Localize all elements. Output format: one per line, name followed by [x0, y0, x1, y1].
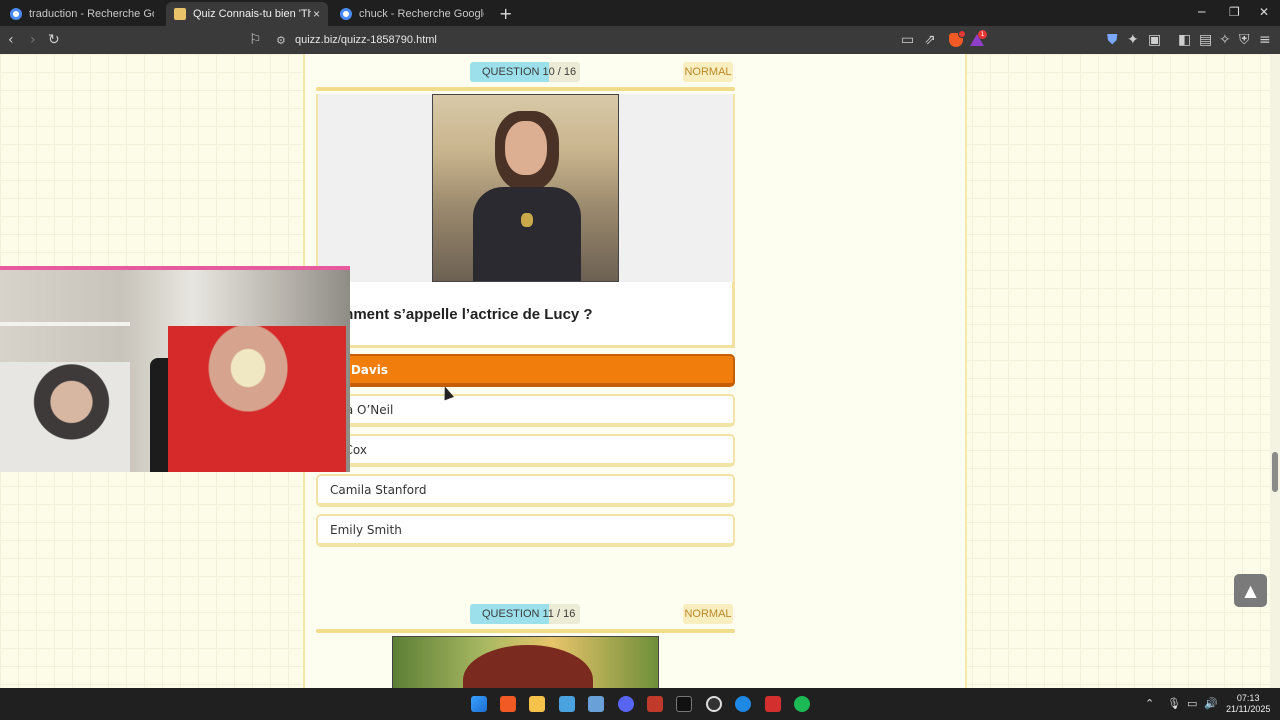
close-tab-icon[interactable]: × — [313, 7, 320, 21]
obs-icon[interactable] — [706, 696, 722, 712]
google-icon — [10, 8, 22, 20]
tab-manager-icon[interactable]: ▣ — [1148, 32, 1161, 48]
site-settings-icon[interactable]: ⚙ — [276, 34, 286, 47]
cast-icon[interactable]: ▭ — [901, 32, 914, 48]
tab-title: Quiz Connais-tu bien 'The Rooki — [193, 8, 311, 20]
tab-quiz[interactable]: Quiz Connais-tu bien 'The Rooki × — [166, 2, 328, 26]
sidebar-icon[interactable]: ◧ — [1178, 32, 1191, 48]
spotify-icon[interactable] — [794, 696, 810, 712]
question-11-photo — [392, 636, 659, 688]
tab-chuck[interactable]: chuck - Recherche Google — [332, 2, 492, 26]
restore-icon[interactable]: ❐ — [1229, 5, 1240, 19]
card-top-border — [316, 87, 735, 91]
store-icon[interactable] — [588, 696, 604, 712]
google-icon — [340, 8, 352, 20]
tab-title: traduction - Recherche Google — [29, 8, 154, 20]
network-icon[interactable]: ▭ — [1187, 697, 1197, 710]
question-text-box: mment s’appelle l’actrice de Lucy ? — [316, 282, 735, 348]
answer-option-2[interactable]: issa O’Neil — [316, 394, 735, 427]
shelf-shape — [0, 322, 130, 326]
discord-icon[interactable] — [618, 696, 634, 712]
close-window-icon[interactable]: ✕ — [1259, 5, 1269, 19]
vpn-icon[interactable]: ⛨ — [1239, 32, 1250, 48]
answer-option-4[interactable]: Camila Stanford — [316, 474, 735, 507]
streamer-right — [168, 326, 346, 472]
chevron-up-icon[interactable]: ⌃ — [1145, 697, 1154, 710]
brave-app-icon[interactable] — [500, 696, 516, 712]
page-scrollbar[interactable] — [1270, 54, 1280, 688]
volume-icon[interactable]: 🔊 — [1204, 697, 1218, 710]
bookmark-icon[interactable]: ⚐ — [249, 32, 262, 48]
difficulty-badge: NORMAL — [683, 604, 733, 624]
clock-date: 21/11/2025 — [1226, 704, 1271, 714]
wallet-icon[interactable]: ▤ — [1199, 32, 1212, 48]
multistreamer-icon[interactable] — [647, 696, 663, 712]
clock-time: 07:13 — [1236, 693, 1260, 703]
scroll-to-top-button[interactable]: ▲ — [1234, 574, 1267, 607]
system-clock[interactable]: 07:13 21/11/2025 — [1226, 693, 1270, 715]
actress-photo — [432, 94, 619, 282]
address-field[interactable]: quizz.biz/quizz-1858790.html — [295, 34, 437, 46]
windows-taskbar: ⌃ 🎙 ▭ 🔊 07:13 21/11/2025 — [0, 688, 1280, 720]
question-10-badge: QUESTION 10 / 16 — [470, 62, 580, 82]
webcam-overlay — [0, 266, 350, 472]
minimize-icon[interactable]: ─ — [1198, 5, 1205, 19]
back-icon[interactable]: ‹ — [8, 32, 14, 48]
card-top-border — [316, 629, 735, 633]
difficulty-badge: NORMAL — [683, 62, 733, 82]
tab-traduction[interactable]: traduction - Recherche Google — [2, 2, 162, 26]
face-shape — [505, 121, 547, 175]
reload-icon[interactable]: ↻ — [48, 32, 60, 48]
leo-ai-icon[interactable]: ✧ — [1219, 32, 1231, 48]
badge-shape — [521, 213, 533, 227]
question-11-badge: QUESTION 11 / 16 — [470, 604, 580, 624]
question-text: mment s’appelle l’actrice de Lucy ? — [340, 306, 593, 323]
photos-icon[interactable] — [559, 696, 575, 712]
hair-shape — [463, 645, 593, 688]
tf-app-icon[interactable] — [765, 696, 781, 712]
extensions-icon[interactable]: ✦ — [1127, 32, 1139, 48]
microphone-icon[interactable]: 🎙 — [1167, 697, 1181, 710]
new-tab-button[interactable]: + — [499, 4, 512, 23]
file-explorer-icon[interactable] — [529, 696, 545, 712]
shields-badge — [958, 30, 966, 38]
menu-icon[interactable]: ≡ — [1259, 32, 1271, 48]
address-toolbar: ‹ › ↻ ⚐ ⚙ quizz.biz/quizz-1858790.html ▭… — [0, 26, 1280, 54]
answer-option-5[interactable]: Emily Smith — [316, 514, 735, 547]
start-icon[interactable] — [471, 696, 487, 712]
answer-option-3[interactable]: ia Cox — [316, 434, 735, 467]
browser-tab-strip: traduction - Recherche Google Quiz Conna… — [0, 0, 1280, 26]
forward-icon[interactable]: › — [30, 32, 36, 48]
share-icon[interactable]: ⇗ — [924, 32, 936, 48]
scrollbar-thumb[interactable] — [1272, 452, 1278, 492]
edge-icon[interactable] — [735, 696, 751, 712]
capcut-icon[interactable] — [676, 696, 692, 712]
quizz-favicon-icon — [174, 8, 186, 20]
rewards-badge: 1 — [978, 30, 987, 39]
shield-icon[interactable]: ⛊ — [1107, 32, 1118, 48]
tab-title: chuck - Recherche Google — [359, 8, 484, 20]
answer-option-1[interactable]: na Davis — [316, 354, 735, 387]
streamer-left — [0, 362, 130, 472]
uniform-shape — [473, 187, 581, 281]
